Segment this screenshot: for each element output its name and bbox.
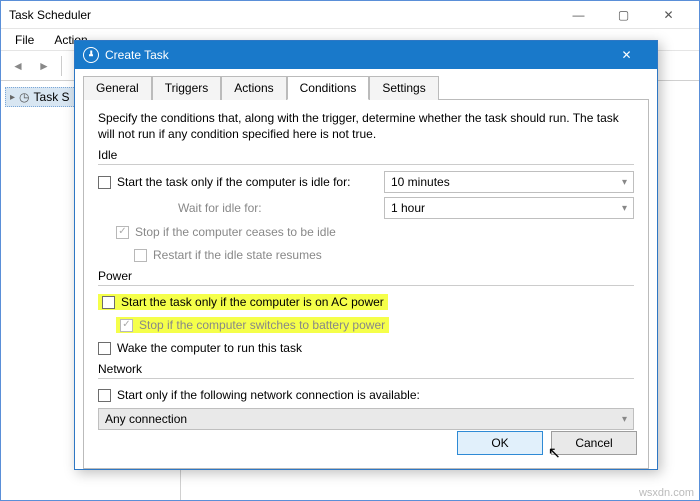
power-battery-checkbox[interactable] bbox=[120, 319, 133, 332]
close-button[interactable]: ✕ bbox=[646, 1, 691, 29]
tab-triggers[interactable]: Triggers bbox=[152, 76, 222, 100]
divider bbox=[98, 378, 634, 379]
expand-icon: ▸ bbox=[10, 92, 15, 103]
idle-stop-checkbox[interactable] bbox=[116, 226, 129, 239]
minimize-button[interactable]: — bbox=[556, 1, 601, 29]
maximize-button[interactable]: ▢ bbox=[601, 1, 646, 29]
chevron-down-icon: ▾ bbox=[622, 203, 627, 214]
dialog-buttons: OK Cancel bbox=[457, 431, 637, 455]
forward-button[interactable]: ► bbox=[33, 55, 55, 77]
create-task-dialog: Create Task ✕ General Triggers Actions C… bbox=[74, 40, 658, 470]
tab-settings[interactable]: Settings bbox=[369, 76, 438, 100]
toolbar-separator bbox=[61, 56, 62, 76]
conditions-description: Specify the conditions that, along with … bbox=[98, 110, 634, 142]
power-battery-label: Stop if the computer switches to battery… bbox=[139, 318, 385, 332]
tree-item-label: Task S bbox=[34, 90, 70, 104]
network-select[interactable]: Any connection ▾ bbox=[98, 408, 634, 430]
highlight: Start the task only if the computer is o… bbox=[98, 294, 388, 310]
dialog-titlebar: Create Task ✕ bbox=[75, 41, 657, 69]
power-wake-label: Wake the computer to run this task bbox=[117, 341, 302, 355]
divider bbox=[98, 164, 634, 165]
idle-restart-checkbox[interactable] bbox=[134, 249, 147, 262]
clock-icon bbox=[83, 47, 99, 63]
chevron-down-icon: ▾ bbox=[622, 414, 627, 425]
idle-start-checkbox[interactable] bbox=[98, 176, 111, 189]
idle-header: Idle bbox=[98, 148, 634, 162]
dialog-close-button[interactable]: ✕ bbox=[604, 41, 649, 69]
network-header: Network bbox=[98, 362, 634, 376]
clock-icon: ◷ bbox=[19, 90, 29, 104]
ok-button[interactable]: OK bbox=[457, 431, 543, 455]
idle-restart-label: Restart if the idle state resumes bbox=[153, 248, 322, 262]
power-wake-checkbox[interactable] bbox=[98, 342, 111, 355]
power-header: Power bbox=[98, 269, 634, 283]
power-ac-checkbox[interactable] bbox=[102, 296, 115, 309]
conditions-panel: Specify the conditions that, along with … bbox=[83, 99, 649, 469]
highlight: Stop if the computer switches to battery… bbox=[116, 317, 389, 333]
tab-actions[interactable]: Actions bbox=[221, 76, 286, 100]
divider bbox=[98, 285, 634, 286]
idle-duration-select[interactable]: 10 minutes ▾ bbox=[384, 171, 634, 193]
network-start-checkbox[interactable] bbox=[98, 389, 111, 402]
idle-wait-label: Wait for idle for: bbox=[178, 201, 262, 215]
chevron-down-icon: ▾ bbox=[622, 177, 627, 188]
app-title: Task Scheduler bbox=[9, 8, 91, 22]
tab-conditions[interactable]: Conditions bbox=[287, 76, 370, 100]
tab-general[interactable]: General bbox=[83, 76, 152, 100]
cancel-button[interactable]: Cancel bbox=[551, 431, 637, 455]
menu-file[interactable]: File bbox=[7, 31, 42, 48]
tab-strip: General Triggers Actions Conditions Sett… bbox=[75, 69, 657, 99]
idle-wait-select[interactable]: 1 hour ▾ bbox=[384, 197, 634, 219]
idle-stop-label: Stop if the computer ceases to be idle bbox=[135, 225, 336, 239]
watermark: wsxdn.com bbox=[639, 487, 694, 499]
main-titlebar: Task Scheduler — ▢ ✕ bbox=[1, 1, 699, 29]
network-start-label: Start only if the following network conn… bbox=[117, 388, 420, 402]
power-ac-label: Start the task only if the computer is o… bbox=[121, 295, 384, 309]
dialog-title: Create Task bbox=[105, 48, 169, 62]
back-button[interactable]: ◄ bbox=[7, 55, 29, 77]
idle-start-label: Start the task only if the computer is i… bbox=[117, 175, 350, 189]
